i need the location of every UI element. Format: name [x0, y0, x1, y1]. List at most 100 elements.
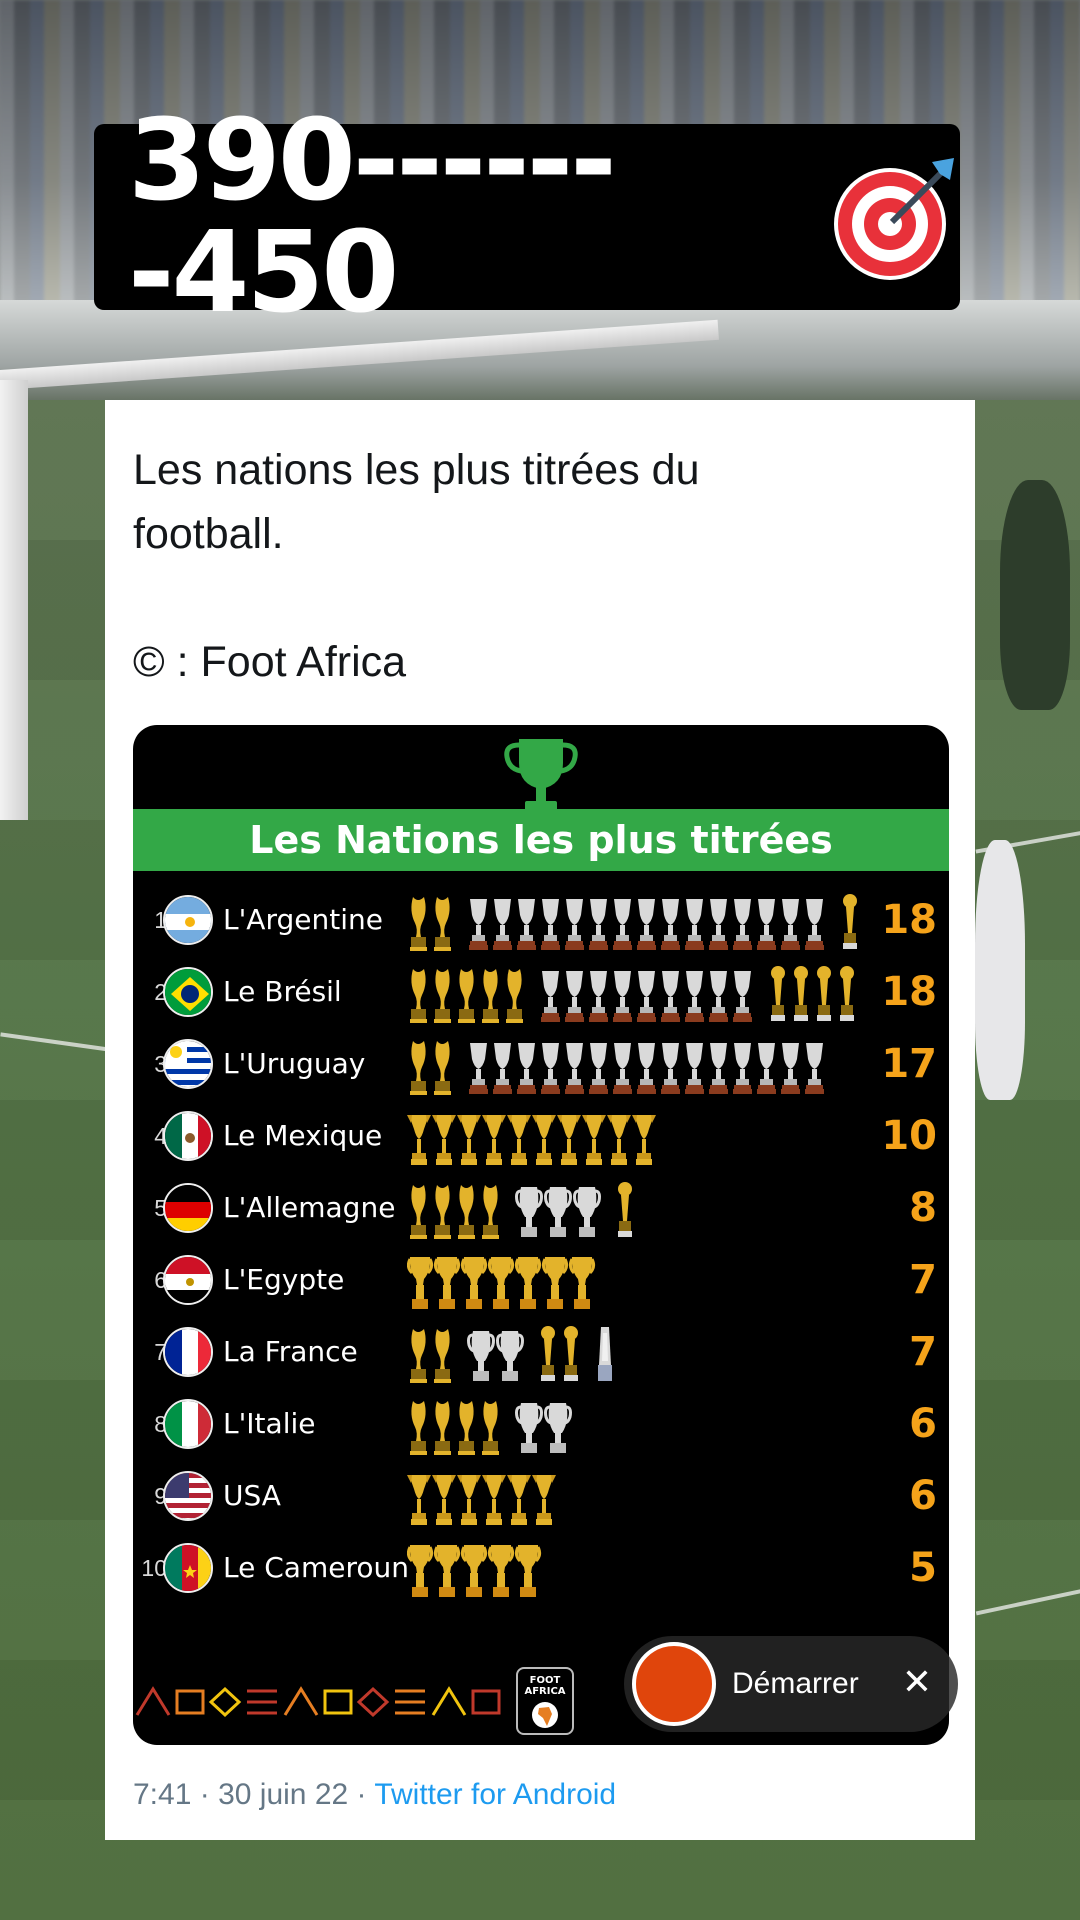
world-cup-trophy-icon [410, 1041, 427, 1095]
copa-america-trophy-icon [565, 971, 584, 1022]
tweet-image[interactable]: Les Nations les plus titrées 1 L'Argentin… [133, 725, 949, 1745]
copa-america-trophy-icon [805, 899, 824, 950]
world-cup-trophy-icon [434, 1329, 451, 1383]
tweet-line: Les nations les plus titrées du [133, 446, 700, 494]
copa-america-trophy-icon [733, 899, 752, 950]
title-count: 7 [909, 1257, 937, 1303]
country-name: Le Mexique [223, 1119, 383, 1152]
copa-america-trophy-icon [757, 899, 776, 950]
gold-cup-trophy-icon [482, 1475, 506, 1525]
copa-america-trophy-icon [637, 971, 656, 1022]
ranking-row: 7 La France 7 [133, 1317, 949, 1389]
african-pattern-strip [135, 1686, 501, 1718]
mexico-flag-icon [163, 1111, 213, 1161]
country-name: L'Italie [223, 1407, 316, 1440]
copa-america-trophy-icon [613, 971, 632, 1022]
world-cup-trophy-icon [482, 969, 499, 1023]
world-cup-trophy-icon [410, 1185, 427, 1239]
close-icon[interactable]: ✕ [892, 1658, 942, 1708]
cameroon-flag-icon [163, 1543, 213, 1593]
tweet-time: 7:41 [133, 1778, 192, 1811]
gold-cup-trophy-icon [432, 1115, 456, 1165]
title-count: 6 [909, 1473, 937, 1519]
copa-america-trophy-icon [781, 899, 800, 950]
ranking-row: 10 Le Cameroun 5 [133, 1533, 949, 1605]
country-name: Le Brésil [223, 975, 342, 1008]
world-cup-trophy-icon [434, 969, 451, 1023]
trophy-row [410, 1326, 612, 1383]
euro-trophy-icon [515, 1187, 543, 1237]
afcon-trophy-icon [487, 1257, 515, 1309]
world-cup-trophy-icon [434, 1041, 451, 1095]
afcon-trophy-icon [514, 1257, 542, 1309]
tweet-card[interactable]: Les nations les plus titrées du football… [105, 400, 975, 1840]
gold-cup-trophy-icon [457, 1115, 481, 1165]
trophy-row [410, 1401, 572, 1455]
gold-cup-trophy-icon [557, 1115, 581, 1165]
infographic-title: Les Nations les plus titrées [249, 818, 833, 862]
copa-america-trophy-icon [589, 1043, 608, 1094]
title-count: 6 [909, 1401, 937, 1447]
copa-america-trophy-icon [517, 899, 536, 950]
logo-text-line: FOOT [529, 1675, 561, 1686]
copa-america-trophy-icon [613, 1043, 632, 1094]
trophy-row [407, 1475, 556, 1525]
copa-america-trophy-icon [805, 1043, 824, 1094]
euro-trophy-icon [544, 1187, 572, 1237]
world-cup-trophy-icon [458, 1185, 475, 1239]
copa-america-trophy-icon [733, 1043, 752, 1094]
country-name: L'Egypte [223, 1263, 345, 1296]
copa-america-trophy-icon [637, 1043, 656, 1094]
uruguay-flag-icon [163, 1039, 213, 1089]
italy-flag-icon [163, 1399, 213, 1449]
copa-america-trophy-icon [685, 1043, 704, 1094]
ranking-row: 2 Le Brésil 18 [133, 957, 949, 1029]
world-cup-trophy-icon [434, 897, 451, 951]
world-cup-trophy-icon [458, 1401, 475, 1455]
france-flag-icon [163, 1327, 213, 1377]
country-name: La France [223, 1335, 358, 1368]
country-name: Le Cameroun [223, 1551, 409, 1584]
title-count: 7 [909, 1329, 937, 1375]
copa-america-trophy-icon [685, 971, 704, 1022]
trophy-row [407, 1257, 596, 1309]
euro-trophy-icon [515, 1403, 543, 1453]
copa-america-trophy-icon [661, 1043, 680, 1094]
gold-cup-trophy-icon [407, 1475, 431, 1525]
euro-trophy-icon [467, 1331, 495, 1381]
copa-america-trophy-icon [493, 899, 512, 950]
germany-flag-icon [163, 1183, 213, 1233]
gold-cup-trophy-icon [457, 1475, 481, 1525]
copa-america-trophy-icon [589, 971, 608, 1022]
copa-america-trophy-icon [709, 971, 728, 1022]
confederations-cup-trophy-icon [840, 966, 854, 1021]
screen-recorder-widget: Démarrer ✕ [624, 1636, 958, 1732]
copa-america-trophy-icon [661, 971, 680, 1022]
start-recording-label[interactable]: Démarrer [732, 1667, 859, 1701]
ranking-row: 9 USA 6 [133, 1461, 949, 1533]
meta-separator: · [199, 1778, 210, 1811]
copa-america-trophy-icon [685, 899, 704, 950]
tweet-source-link[interactable]: Twitter for Android [374, 1778, 616, 1811]
copa-america-trophy-icon [541, 899, 560, 950]
logo-text-line: AFRICA [524, 1686, 566, 1697]
world-cup-trophy-icon [410, 969, 427, 1023]
copa-america-trophy-icon [469, 899, 488, 950]
meta-separator: · [356, 1778, 367, 1811]
world-cup-trophy-icon [482, 1401, 499, 1455]
copa-america-trophy-icon [565, 1043, 584, 1094]
copa-america-trophy-icon [757, 1043, 776, 1094]
world-cup-trophy-icon [434, 1185, 451, 1239]
goal-post [0, 380, 28, 820]
country-name: USA [223, 1479, 281, 1512]
afcon-trophy-icon [460, 1257, 488, 1309]
gold-cup-trophy-icon [507, 1115, 531, 1165]
trophy-row [410, 894, 857, 951]
record-button[interactable] [632, 1642, 716, 1726]
copa-america-trophy-icon [541, 971, 560, 1022]
trophy-icon [504, 739, 578, 813]
confederations-cup-trophy-icon [564, 1326, 578, 1381]
ranking-row: 8 L'Italie 6 [133, 1389, 949, 1461]
trophy-row [410, 1182, 632, 1239]
country-name: L'Allemagne [223, 1191, 396, 1224]
